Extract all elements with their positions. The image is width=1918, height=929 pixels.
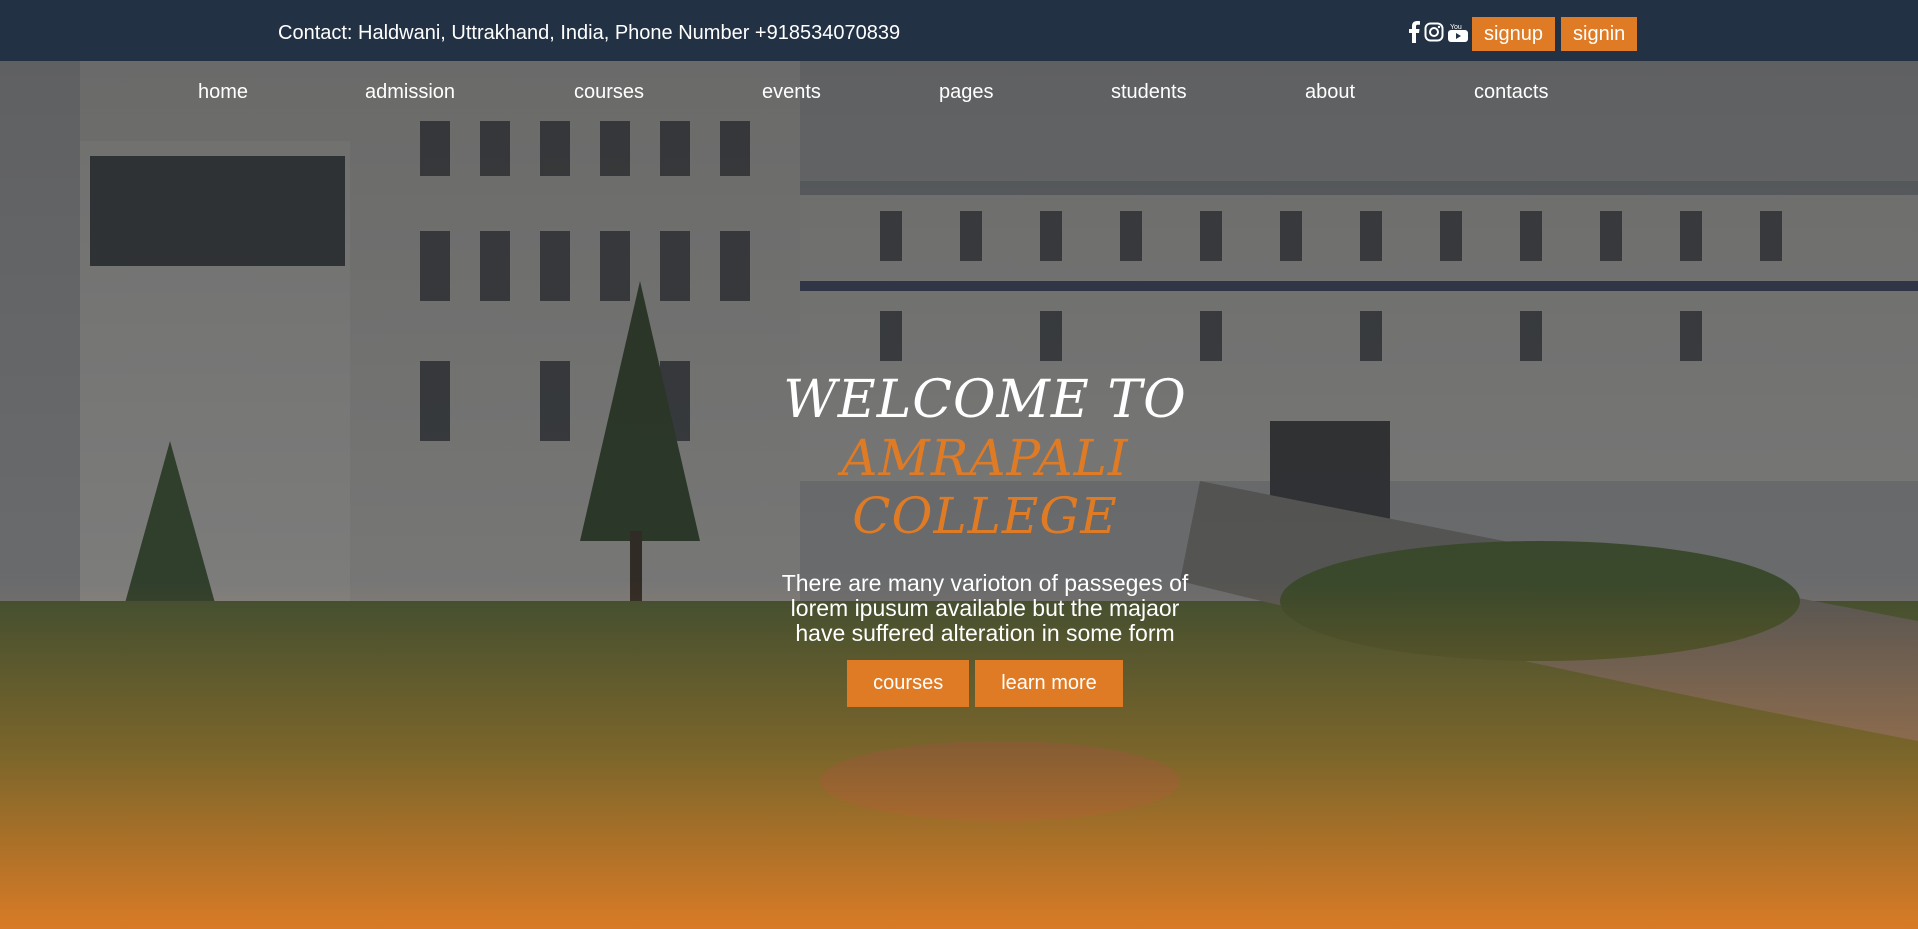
learn-more-button[interactable]: learn more bbox=[975, 660, 1123, 707]
social-links: You bbox=[1408, 20, 1468, 44]
facebook-icon[interactable] bbox=[1408, 20, 1420, 44]
signup-button[interactable]: signup bbox=[1472, 17, 1555, 51]
courses-button[interactable]: courses bbox=[847, 660, 970, 707]
contact-info: Contact: Haldwani, Uttrakhand, India, Ph… bbox=[278, 22, 901, 44]
instagram-icon[interactable] bbox=[1424, 20, 1444, 44]
welcome-heading: WELCOME TO bbox=[783, 370, 1187, 430]
nav-students[interactable]: students bbox=[1111, 81, 1187, 104]
nav-home[interactable]: home bbox=[198, 81, 248, 104]
nav-contacts[interactable]: contacts bbox=[1474, 81, 1548, 104]
college-name-line1: AMRAPALI bbox=[841, 429, 1129, 487]
top-bar: Contact: Haldwani, Uttrakhand, India, Ph… bbox=[0, 0, 1918, 61]
nav-events[interactable]: events bbox=[762, 81, 821, 104]
hero-section: home admission courses events pages stud… bbox=[0, 61, 1918, 929]
hero-description: There are many varioton of passeges of l… bbox=[781, 570, 1189, 646]
nav-admission[interactable]: admission bbox=[365, 81, 455, 104]
college-name-line2: COLLEGE bbox=[852, 487, 1118, 545]
signin-button[interactable]: signin bbox=[1561, 17, 1638, 51]
main-nav: home admission courses events pages stud… bbox=[0, 71, 1918, 111]
nav-about[interactable]: about bbox=[1305, 81, 1355, 104]
welcome-block: WELCOME TO AMRAPALI COLLEGE There are ma… bbox=[700, 371, 1270, 707]
svg-text:You: You bbox=[1450, 24, 1462, 31]
nav-pages[interactable]: pages bbox=[939, 81, 994, 104]
youtube-icon[interactable]: You bbox=[1448, 20, 1468, 44]
nav-courses[interactable]: courses bbox=[574, 81, 644, 104]
hero-actions: courses learn more bbox=[700, 660, 1270, 707]
